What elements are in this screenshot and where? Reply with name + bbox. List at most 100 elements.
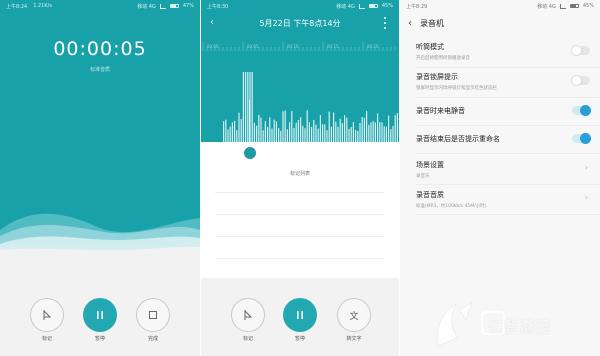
waveform-bar [225, 119, 227, 142]
pause-button[interactable] [283, 298, 317, 332]
pause-button-label: 暂停 [94, 336, 105, 342]
status-time: 上午8:29 [406, 3, 428, 10]
waveform-bar [282, 111, 284, 142]
ruler-tick-label: 00:10 [287, 44, 299, 49]
waveform-bar [280, 130, 282, 142]
waveform-bar [396, 113, 398, 142]
status-battery: 47% [182, 3, 194, 9]
waveform-bar [339, 118, 341, 142]
waveform-bar [392, 126, 394, 142]
waveform-bar [348, 129, 350, 142]
divider [416, 67, 600, 68]
waveform-bar [319, 114, 321, 142]
waveform-bar [231, 122, 233, 142]
setting-audio-quality[interactable]: 录音音质 标准(MP3，约100kb/s 45M/小时) › [400, 190, 600, 220]
waveform-bar [317, 128, 319, 142]
divider [416, 153, 600, 154]
status-bar: 上午8:30 移动 4G 45% [201, 0, 399, 12]
recording-screen: 上午8:24 1.21K/s 移动 4G 47% 00:00:05 标准音质 标… [0, 0, 200, 356]
pause-button[interactable] [83, 298, 117, 332]
flag-icon [244, 310, 253, 320]
screenshot-root: 上午8:24 1.21K/s 移动 4G 47% 00:00:05 标准音质 标… [0, 0, 600, 356]
settings-title: 录音机 [420, 18, 444, 28]
text-icon: 文 [349, 311, 359, 322]
sound-wave-graphic [0, 213, 200, 260]
waveform-bar [313, 119, 315, 142]
ruler-tick-label: 00:05 [247, 44, 259, 49]
transcribe-button[interactable]: 文 [337, 298, 371, 332]
waveform-bar [223, 121, 225, 142]
waveform-bar [350, 127, 352, 142]
status-time: 上午8:24 [6, 3, 28, 10]
setting-mute-calls[interactable]: 录音时来电静音 [400, 105, 600, 136]
ruler-tick-label: 00:15 [327, 44, 339, 49]
setting-desc: 录音乐 [416, 174, 430, 179]
rename-prompt-toggle[interactable] [572, 133, 591, 144]
waveform-bar [278, 128, 280, 142]
waveform-bar [240, 119, 242, 142]
waveform-bar [269, 117, 271, 142]
mark-button[interactable] [30, 298, 64, 332]
waveform-bar [326, 130, 328, 142]
recording-timer: 00:00:05 [53, 38, 147, 60]
setting-scene[interactable]: 场景设置 录音乐 › [400, 160, 600, 190]
waveform-bar [383, 126, 385, 142]
battery-icon [368, 4, 378, 8]
waveform-bar [315, 124, 317, 142]
waveform-bar [381, 122, 383, 142]
waveform-bar [242, 72, 244, 142]
finish-button[interactable] [136, 298, 170, 332]
waveform-bar [260, 117, 262, 142]
divider [416, 125, 600, 126]
status-battery: 45% [582, 3, 594, 9]
playback-title: 5月22日 下午8点14分 [259, 18, 341, 28]
waveform-bar [363, 117, 365, 142]
mark-button[interactable] [231, 298, 265, 332]
waveform-bar [370, 122, 372, 142]
waveform-bar [388, 115, 390, 142]
waveform-bar [322, 124, 324, 142]
waveform-bar [366, 110, 368, 142]
signal-icon [358, 3, 365, 9]
recording-quality-label: 标准音质 [89, 67, 110, 73]
waveform-bar [291, 110, 293, 142]
waveform-bar [295, 122, 297, 142]
more-options-icon[interactable] [383, 17, 387, 29]
waveform-bar [293, 127, 295, 142]
divider [416, 184, 600, 185]
waveform-bar [258, 114, 260, 142]
back-icon[interactable]: ‹ [408, 18, 412, 29]
playhead-handle[interactable] [244, 147, 256, 159]
waveform-bar [346, 117, 348, 142]
waveform-bar [264, 121, 266, 142]
stop-icon [149, 311, 157, 319]
pause-icon [297, 311, 303, 319]
pause-icon [97, 311, 103, 319]
waveform-bar [227, 129, 229, 142]
waveform-bar [262, 130, 264, 142]
waveform-bar [229, 126, 231, 142]
status-carrier: 移动 4G [137, 3, 156, 10]
earpiece-mode-toggle[interactable] [571, 45, 590, 56]
status-time: 上午8:30 [207, 3, 229, 10]
waveform-bar [355, 130, 357, 142]
status-carrier: 移动 4G [336, 3, 355, 10]
watermark-text: 亿智蘑菇 [488, 318, 553, 336]
waveform-bar [297, 119, 299, 142]
waveform-bar [253, 122, 255, 142]
status-battery: 45% [381, 3, 393, 9]
ruler-tick-label: 00:20 [367, 44, 379, 49]
waveform-bar [390, 129, 392, 142]
waveform-bar [302, 125, 304, 142]
marker-list-label: 标记列表 [289, 171, 310, 177]
playhead-line [249, 100, 250, 148]
chevron-right-icon: › [584, 163, 588, 172]
mark-button-label: 标记 [242, 336, 253, 342]
waveform-bar [300, 117, 302, 142]
waveform-bar [328, 111, 330, 142]
waveform-bars [223, 72, 398, 142]
lockscreen-hint-toggle[interactable] [571, 75, 590, 86]
mute-calls-toggle[interactable] [572, 105, 591, 116]
waveform-bar [335, 121, 337, 142]
waveform-bar [271, 128, 273, 142]
